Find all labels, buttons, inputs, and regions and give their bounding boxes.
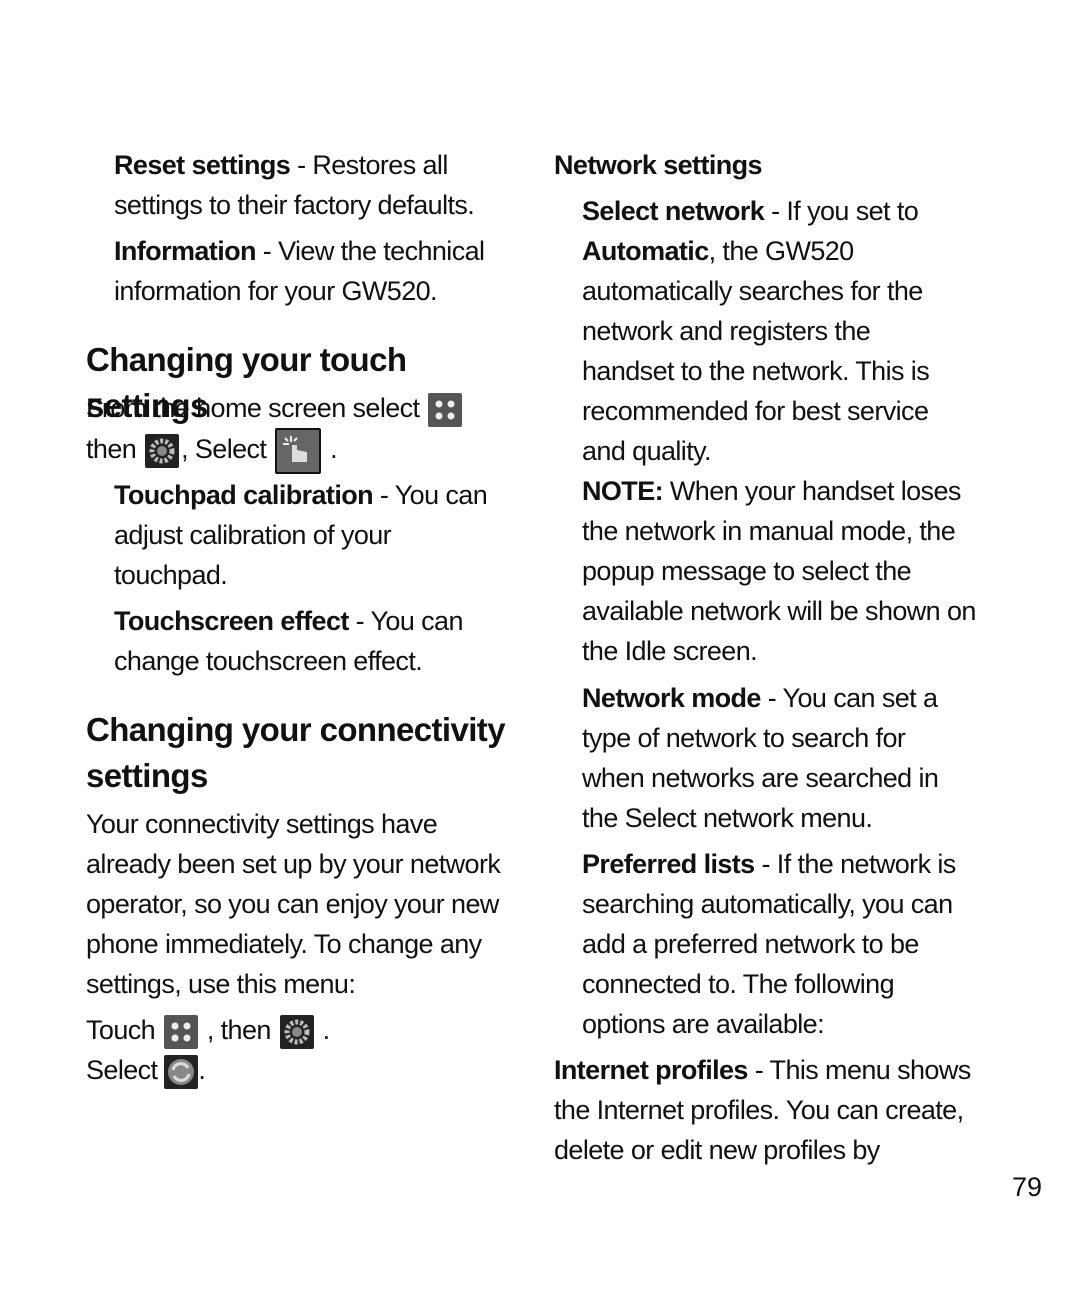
connectivity-icon — [164, 1054, 199, 1089]
touch-icon — [275, 428, 322, 474]
connectivity-instructions: Touch , then . Select . — [86, 1010, 526, 1090]
touch-intro: From the home screen select then , Selec… — [86, 388, 506, 474]
settings-gear-icon — [279, 1014, 314, 1049]
connectivity-body: Your connectivity settings have already … — [86, 809, 501, 999]
note-item: NOTE: When your handset loses the networ… — [582, 476, 976, 666]
menu-grid-icon — [428, 392, 463, 427]
network-settings-heading: Network settings — [554, 150, 763, 180]
internet-profiles-item: Internet profiles - This menu shows the … — [554, 1055, 971, 1165]
connectivity-settings-heading: Changing your connectivity settings — [86, 711, 506, 794]
information-item: Information - View the technical informa… — [114, 236, 485, 306]
touchpad-calibration-item: Touchpad calibration - You can adjust ca… — [114, 480, 488, 590]
page-number: 79 — [1012, 1172, 1043, 1202]
preferred-lists-item: Preferred lists - If the network is sear… — [582, 849, 956, 1039]
settings-gear-icon — [145, 434, 180, 468]
select-network-item: Select network - If you set to Automatic… — [582, 196, 930, 466]
reset-settings-item: Reset settings - Restores all settings t… — [114, 150, 475, 220]
term: Reset settings — [114, 150, 291, 180]
touchscreen-effect-item: Touchscreen effect - You can change touc… — [114, 606, 463, 676]
network-mode-item: Network mode - You can set a type of net… — [582, 683, 939, 833]
menu-grid-icon — [163, 1014, 198, 1049]
